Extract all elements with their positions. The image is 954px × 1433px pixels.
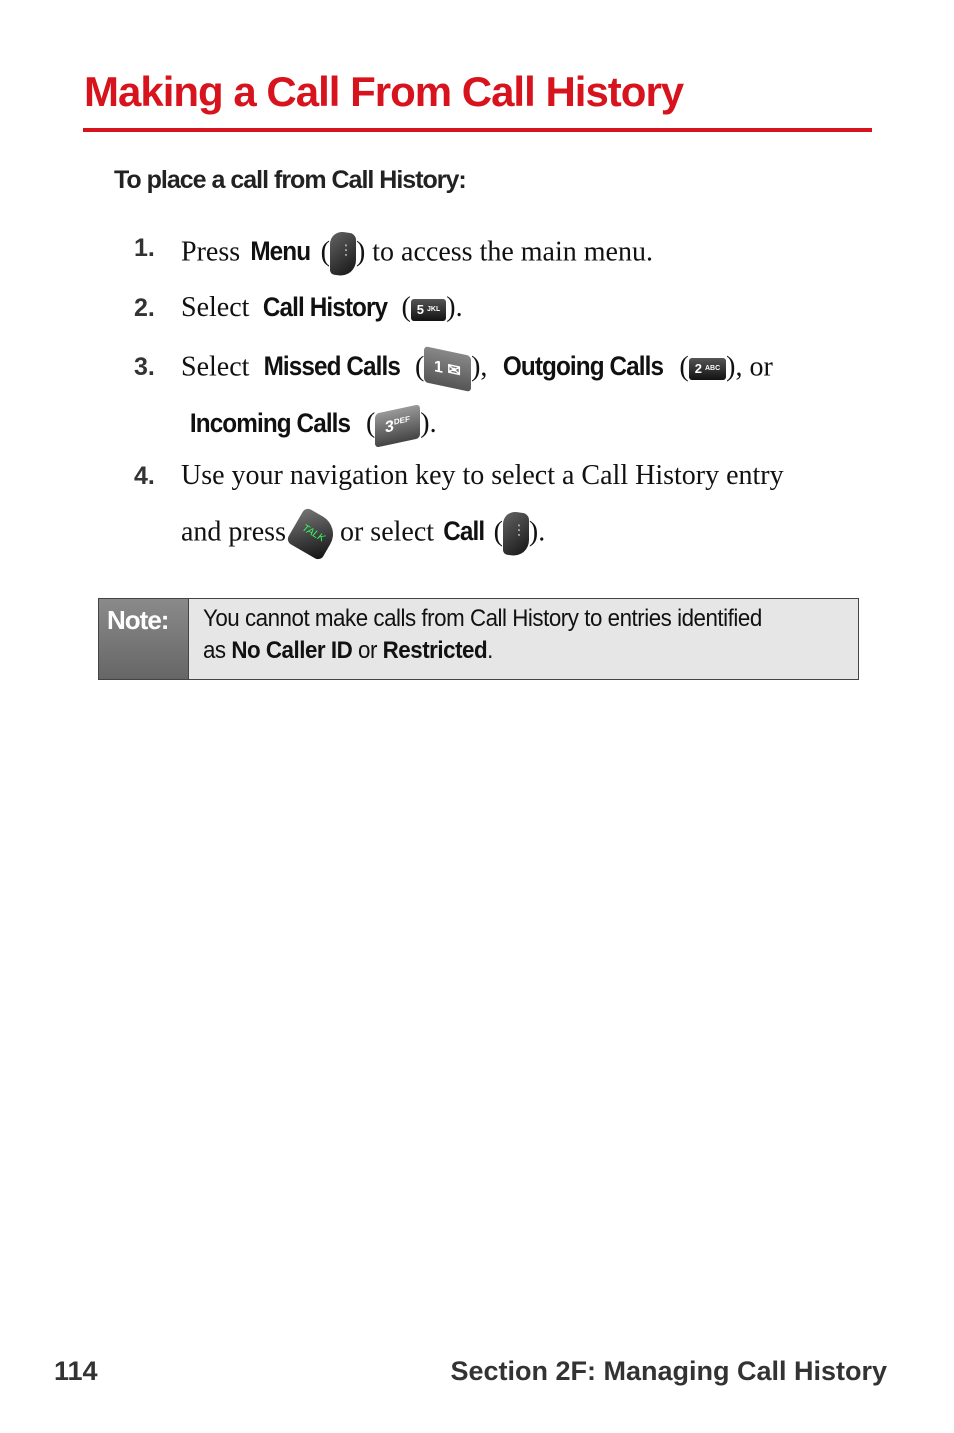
menu-label: Menu <box>250 236 311 267</box>
step-number: 3. <box>134 353 155 381</box>
step-text: , or <box>735 351 773 383</box>
outgoing-calls-label: Outgoing Calls <box>503 351 664 382</box>
page: Making a Call From Call History To place… <box>0 0 954 1433</box>
step-number: 4. <box>134 462 155 490</box>
step-number: 1. <box>134 234 155 262</box>
note-line: You cannot make calls from Call History … <box>202 605 762 632</box>
step-text: Use your navigation key to select a Call… <box>181 460 784 491</box>
note-text: You cannot make calls from Call History … <box>189 599 762 679</box>
left-softkey-icon <box>502 510 529 558</box>
call-history-label: Call History <box>263 292 388 322</box>
note-label: Note: <box>99 599 189 679</box>
step-text: Press <box>181 236 248 268</box>
note-line: as No Caller ID or Restricted. <box>202 637 493 664</box>
key-5-icon: 5 JKL <box>410 298 447 321</box>
intro-heading: To place a call from Call History: <box>114 166 467 194</box>
section-title: Section 2F: Managing Call History <box>450 1356 887 1386</box>
page-number: 114 <box>54 1356 98 1386</box>
left-softkey-icon <box>329 230 356 278</box>
missed-calls-label: Missed Calls <box>264 351 401 382</box>
step-text: or select <box>332 516 442 548</box>
step-text: Select <box>181 351 257 383</box>
call-label: Call <box>443 516 485 547</box>
step-text: to access the main menu. <box>365 236 653 268</box>
key-2-icon: 2 ABC <box>688 358 727 380</box>
key-3-icon: 3DEF <box>375 403 421 448</box>
key-1-icon: 1 ✉ <box>424 346 472 392</box>
title-rule <box>83 128 872 132</box>
talk-key-icon: TALK <box>285 506 341 562</box>
step-text: and press <box>181 516 293 548</box>
step-number: 2. <box>134 294 155 322</box>
incoming-calls-label: Incoming Calls <box>189 408 351 438</box>
step-text: Select <box>181 292 257 323</box>
note-box: Note: You cannot make calls from Call Hi… <box>98 598 859 680</box>
page-title: Making a Call From Call History <box>84 68 684 115</box>
